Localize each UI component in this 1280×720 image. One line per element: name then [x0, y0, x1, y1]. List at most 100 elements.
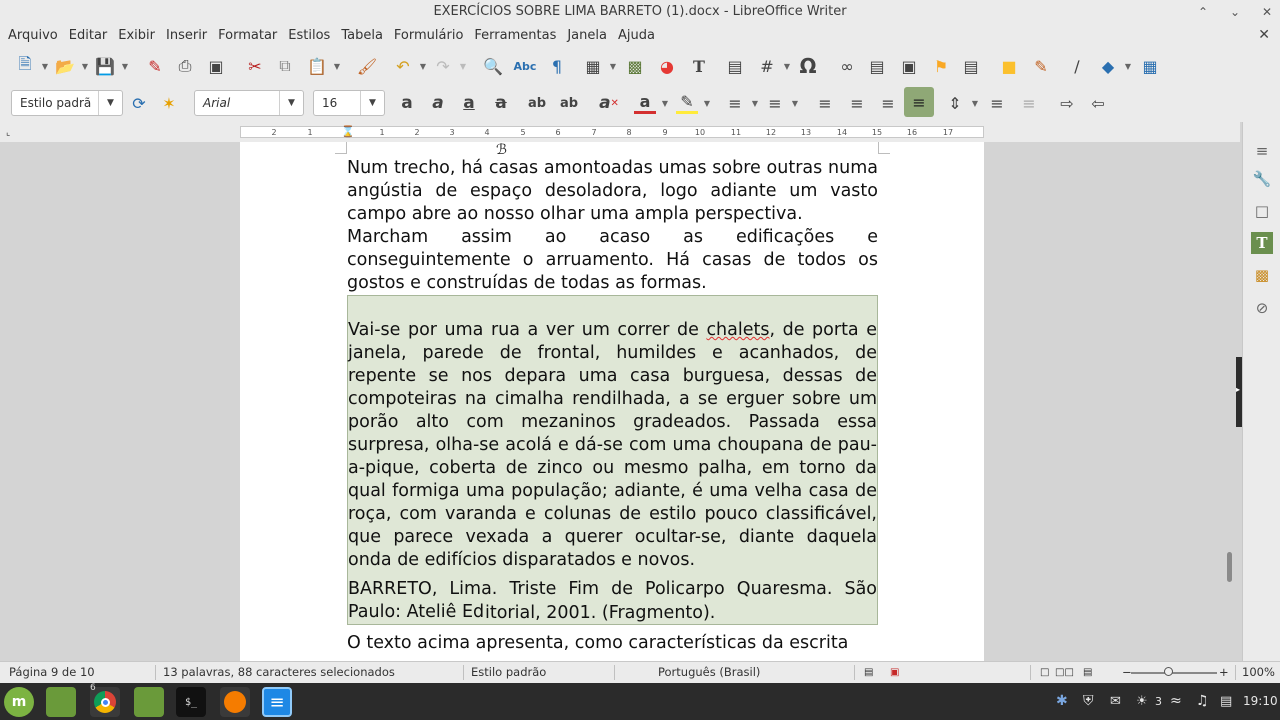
- menu-janela[interactable]: Janela: [563, 28, 614, 43]
- maximize-icon[interactable]: ⌄: [1228, 0, 1242, 24]
- undo-icon[interactable]: ↶: [392, 55, 414, 77]
- field-dropdown-icon[interactable]: ▼: [782, 55, 792, 77]
- menu-formatar[interactable]: Formatar: [214, 28, 284, 43]
- comment-icon[interactable]: ■: [998, 55, 1020, 77]
- undo-dropdown-icon[interactable]: ▼: [418, 55, 428, 77]
- insert-image-icon[interactable]: ▩: [624, 55, 646, 77]
- terminal-icon[interactable]: $_: [176, 687, 206, 717]
- font-size-combo[interactable]: 16 ▼: [313, 90, 385, 116]
- print-icon[interactable]: ⎙: [174, 55, 196, 77]
- chevron-down-icon[interactable]: ▼: [279, 91, 303, 115]
- chevron-down-icon[interactable]: ▼: [98, 91, 122, 115]
- zoom-slider[interactable]: [1131, 672, 1217, 674]
- save-dropdown-icon[interactable]: ▼: [120, 55, 130, 77]
- indent-marker-icon[interactable]: ⌛: [341, 125, 355, 138]
- save-icon[interactable]: 💾: [94, 55, 116, 77]
- footnote-icon[interactable]: ▤: [866, 55, 888, 77]
- draw-functions-icon[interactable]: ▦: [1139, 55, 1161, 77]
- notifications-icon[interactable]: ☀: [1136, 683, 1148, 720]
- bookmark-icon[interactable]: ⚑: [930, 55, 952, 77]
- print-preview-icon[interactable]: ▣: [205, 55, 227, 77]
- vertical-scrollbar[interactable]: [1223, 142, 1235, 661]
- line-spacing-icon[interactable]: ⇕: [944, 92, 966, 114]
- basic-shapes-icon[interactable]: ◆: [1097, 55, 1119, 77]
- endnote-icon[interactable]: ▣: [898, 55, 920, 77]
- page-count[interactable]: Página 9 de 10: [9, 662, 95, 683]
- document-page[interactable]: Num trecho, há casas amontoadas umas sob…: [240, 142, 984, 661]
- decrease-paragraph-spacing-icon[interactable]: ≡: [1018, 92, 1040, 114]
- spelling-icon[interactable]: Abc: [514, 55, 537, 77]
- sound-icon[interactable]: ♫: [1196, 683, 1209, 720]
- font-name-combo[interactable]: Arial ▼: [194, 90, 304, 116]
- formatting-marks-icon[interactable]: ¶: [546, 55, 568, 77]
- page-break-icon[interactable]: ▤: [724, 55, 746, 77]
- document-modified-icon[interactable]: ▣: [890, 662, 899, 683]
- insert-table-icon[interactable]: ▦: [582, 55, 604, 77]
- files-icon[interactable]: [134, 687, 164, 717]
- firefox-icon[interactable]: [220, 687, 250, 717]
- font-color-dropdown-icon[interactable]: ▼: [660, 92, 670, 114]
- increase-paragraph-spacing-icon[interactable]: ≡: [986, 92, 1008, 114]
- document-text[interactable]: Num trecho, há casas amontoadas umas sob…: [347, 157, 878, 655]
- font-color-icon[interactable]: a: [634, 92, 656, 114]
- clear-formatting-icon[interactable]: a ✕: [598, 92, 620, 114]
- new-document-icon[interactable]: 🗎: [14, 54, 36, 77]
- paragraph[interactable]: Num trecho, há casas amontoadas umas sob…: [347, 157, 878, 226]
- highlight-dropdown-icon[interactable]: ▼: [702, 92, 712, 114]
- tab-stop-selector[interactable]: ⌞: [6, 128, 10, 138]
- close-icon[interactable]: ✕: [1260, 0, 1274, 24]
- navigator-icon[interactable]: ⊘: [1251, 297, 1273, 319]
- menu-tabela[interactable]: Tabela: [337, 28, 390, 43]
- decrease-indent-icon[interactable]: ⇦: [1087, 92, 1109, 114]
- clipboard-icon[interactable]: ▤: [1220, 683, 1232, 720]
- misspelled-word[interactable]: chalets: [706, 320, 769, 340]
- subscript-icon[interactable]: ab: [558, 92, 580, 114]
- paste-icon[interactable]: 📋: [306, 55, 328, 77]
- bold-icon[interactable]: a: [396, 92, 418, 114]
- justify-icon[interactable]: ≡: [904, 87, 934, 117]
- bullet-list-icon[interactable]: ≡: [724, 92, 746, 114]
- chat-icon[interactable]: ✉: [1110, 683, 1121, 720]
- single-page-view-icon[interactable]: □: [1040, 662, 1049, 683]
- styles-icon[interactable]: T: [1251, 232, 1273, 254]
- zoom-level[interactable]: 100%: [1242, 662, 1275, 683]
- open-dropdown-icon[interactable]: ▼: [80, 55, 90, 77]
- special-character-icon[interactable]: Ω: [797, 54, 819, 78]
- shapes-dropdown-icon[interactable]: ▼: [1123, 55, 1133, 77]
- insert-field-icon[interactable]: #: [756, 55, 778, 77]
- spacing-dropdown-icon[interactable]: ▼: [970, 92, 980, 114]
- underline-icon[interactable]: a: [458, 92, 480, 114]
- redo-icon[interactable]: ↷: [432, 55, 454, 77]
- horizontal-ruler[interactable]: 2 1 ⌛ 1 2 3 4 5 6 7 8 9 10 11 12 13 14 1…: [240, 125, 984, 138]
- word-count[interactable]: 13 palavras, 88 caracteres selecionados: [163, 662, 395, 683]
- insert-mode-icon[interactable]: ▤: [864, 662, 873, 683]
- menu-exibir[interactable]: Exibir: [114, 28, 162, 43]
- language[interactable]: Português (Brasil): [658, 662, 760, 683]
- hyperlink-icon[interactable]: ∞: [836, 55, 858, 77]
- new-dropdown-icon[interactable]: ▼: [40, 55, 50, 77]
- cut-icon[interactable]: ✂: [244, 55, 266, 77]
- paragraph-style-combo[interactable]: Estilo padrã ▼: [11, 90, 123, 116]
- bullet-dropdown-icon[interactable]: ▼: [750, 92, 760, 114]
- align-left-icon[interactable]: ≡: [814, 92, 836, 114]
- gallery-icon[interactable]: ▩: [1251, 264, 1273, 286]
- wifi-icon[interactable]: ≈: [1170, 683, 1182, 720]
- open-folder-icon[interactable]: 📂: [54, 55, 76, 77]
- menu-formulario[interactable]: Formulário: [390, 28, 470, 43]
- find-replace-icon[interactable]: 🔍: [482, 55, 504, 77]
- show-desktop-icon[interactable]: [46, 687, 76, 717]
- new-style-icon[interactable]: ✶: [158, 92, 180, 114]
- track-changes-icon[interactable]: ✎: [1030, 55, 1052, 77]
- insert-chart-icon[interactable]: ◕: [656, 55, 678, 77]
- selected-frame[interactable]: Vai-se por uma rua a ver um correr de ch…: [347, 295, 878, 625]
- mint-menu-icon[interactable]: m: [4, 687, 34, 717]
- insert-line-icon[interactable]: ∕: [1066, 55, 1088, 77]
- paragraph[interactable]: Vai-se por uma rua a ver um correr de ch…: [348, 319, 877, 572]
- numbered-list-icon[interactable]: ≡: [764, 92, 786, 114]
- writer-icon[interactable]: ≡: [262, 687, 292, 717]
- sidebar-menu-icon[interactable]: ≡: [1251, 140, 1273, 162]
- increase-indent-icon[interactable]: ⇨: [1056, 92, 1078, 114]
- menu-ajuda[interactable]: Ajuda: [614, 28, 662, 43]
- copy-icon[interactable]: ⧉: [274, 55, 296, 77]
- redo-dropdown-icon[interactable]: ▼: [458, 55, 468, 77]
